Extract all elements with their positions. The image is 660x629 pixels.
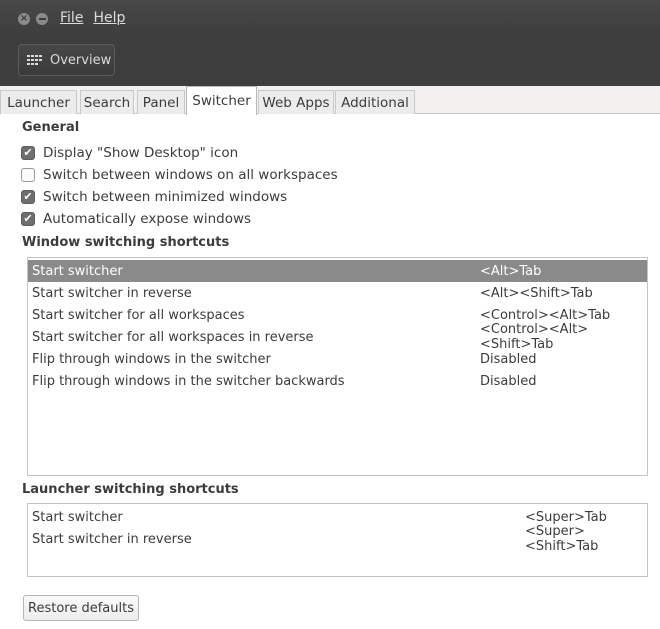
shortcut-action: Start switcher for all workspaces bbox=[32, 307, 245, 323]
shortcut-accel: Disabled bbox=[480, 373, 537, 389]
general-heading: General bbox=[22, 120, 80, 135]
menu-file[interactable]: File bbox=[60, 10, 83, 26]
checkbox-unchecked-icon[interactable] bbox=[21, 168, 35, 182]
tab-bar: Launcher Search Panel Switcher Web Apps … bbox=[0, 86, 660, 115]
shortcut-action: Start switcher in reverse bbox=[32, 285, 192, 301]
table-row[interactable]: Start switcher in reverse <Super><Shift>… bbox=[28, 524, 647, 554]
minimize-icon[interactable] bbox=[36, 13, 48, 25]
menu-bar: File Help bbox=[60, 0, 125, 36]
option-label: Automatically expose windows bbox=[43, 211, 252, 227]
toolbar: Overview bbox=[0, 36, 660, 86]
shortcut-action: Start switcher in reverse bbox=[32, 531, 192, 547]
option-label: Display "Show Desktop" icon bbox=[43, 145, 239, 161]
tab-search[interactable]: Search bbox=[80, 90, 134, 114]
shortcut-accel: <Super><Shift>Tab bbox=[525, 524, 599, 554]
tab-switcher[interactable]: Switcher bbox=[186, 86, 257, 115]
restore-defaults-button[interactable]: Restore defaults bbox=[23, 595, 139, 621]
checkbox-checked-icon[interactable]: ✔ bbox=[21, 190, 35, 204]
table-row[interactable]: Flip through windows in the switcher Dis… bbox=[28, 348, 647, 370]
shortcut-accel: <Control><Alt>Tab bbox=[480, 307, 611, 323]
overview-button[interactable]: Overview bbox=[18, 44, 115, 76]
window-shortcuts-heading: Window switching shortcuts bbox=[22, 235, 230, 250]
option-expose-windows[interactable]: ✔ Automatically expose windows bbox=[21, 210, 251, 228]
shortcut-accel: <Super>Tab bbox=[525, 509, 607, 525]
shortcut-action: Start switcher for all workspaces in rev… bbox=[32, 329, 314, 345]
shortcut-action: Start switcher bbox=[32, 509, 123, 525]
window-shortcuts-list[interactable]: Start switcher <Alt>Tab Start switcher i… bbox=[27, 257, 648, 476]
checkbox-checked-icon[interactable]: ✔ bbox=[21, 146, 35, 160]
table-row[interactable]: Start switcher for all workspaces in rev… bbox=[28, 322, 647, 352]
menu-help[interactable]: Help bbox=[93, 10, 125, 26]
option-all-workspaces[interactable]: Switch between windows on all workspaces bbox=[21, 166, 338, 184]
shortcut-action: Flip through windows in the switcher bbox=[32, 351, 271, 367]
shortcut-accel: Disabled bbox=[480, 351, 537, 367]
table-row[interactable]: Flip through windows in the switcher bac… bbox=[28, 370, 647, 392]
option-label: Switch between windows on all workspaces bbox=[43, 167, 338, 183]
tab-launcher[interactable]: Launcher bbox=[0, 90, 77, 114]
overview-label: Overview bbox=[50, 52, 112, 68]
option-minimized-windows[interactable]: ✔ Switch between minimized windows bbox=[21, 188, 287, 206]
shortcut-action: Start switcher bbox=[32, 263, 123, 279]
option-label: Switch between minimized windows bbox=[43, 189, 288, 205]
tab-panel[interactable]: Panel bbox=[137, 90, 185, 114]
shortcut-action: Flip through windows in the switcher bac… bbox=[32, 373, 345, 389]
shortcut-accel: <Alt><Shift>Tab bbox=[480, 285, 593, 301]
tab-web-apps[interactable]: Web Apps bbox=[258, 90, 334, 114]
close-icon[interactable]: × bbox=[18, 13, 30, 25]
tab-additional[interactable]: Additional bbox=[335, 90, 415, 114]
checkbox-checked-icon[interactable]: ✔ bbox=[21, 212, 35, 226]
shortcut-accel: <Alt>Tab bbox=[480, 263, 542, 279]
launcher-shortcuts-list[interactable]: Start switcher <Super>Tab Start switcher… bbox=[27, 503, 648, 577]
table-row[interactable]: Start switcher in reverse <Alt><Shift>Ta… bbox=[28, 282, 647, 304]
launcher-shortcuts-heading: Launcher switching shortcuts bbox=[22, 482, 239, 497]
grid-icon bbox=[27, 55, 45, 65]
option-show-desktop[interactable]: ✔ Display "Show Desktop" icon bbox=[21, 144, 238, 162]
table-row[interactable]: Start switcher <Alt>Tab bbox=[28, 260, 647, 282]
title-bar: × File Help bbox=[0, 0, 660, 36]
